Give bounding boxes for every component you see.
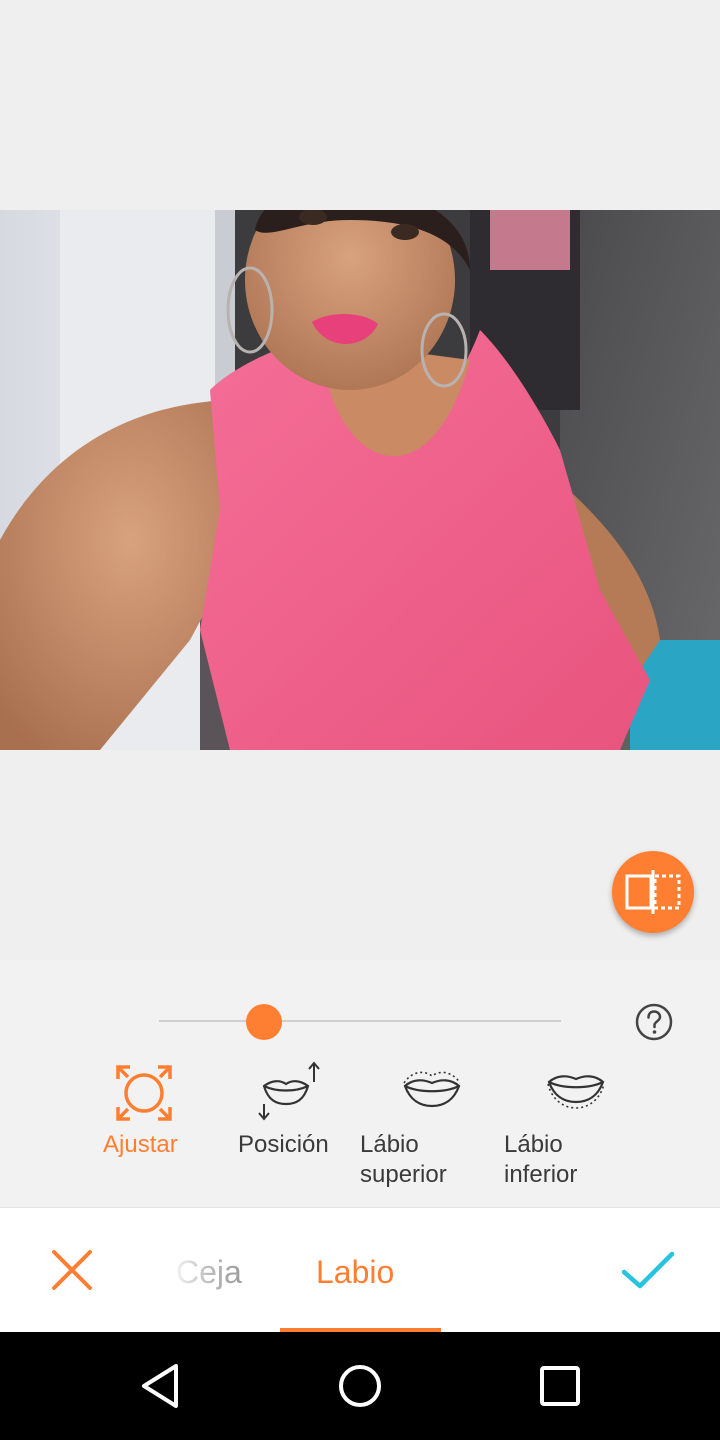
nav-home-button[interactable] — [332, 1358, 388, 1414]
close-icon — [52, 1250, 92, 1290]
tool-label: Ajustar — [103, 1131, 178, 1158]
nav-back-button[interactable] — [132, 1358, 188, 1414]
nav-recents-button[interactable] — [532, 1358, 588, 1414]
lips-position-icon — [258, 1061, 320, 1121]
slider-thumb[interactable] — [245, 1004, 282, 1040]
help-icon — [635, 1003, 673, 1041]
tab-ceja[interactable]: Ceja — [176, 1252, 242, 1292]
cancel-button[interactable] — [48, 1246, 96, 1294]
back-icon — [142, 1364, 178, 1408]
lower-lip-icon — [547, 1075, 605, 1109]
check-icon — [621, 1251, 675, 1289]
photo-preview[interactable] — [0, 210, 720, 750]
resize-frame-icon — [116, 1065, 172, 1121]
tool-labio-superior[interactable]: Lábio superior — [360, 1058, 470, 1190]
compare-button[interactable] — [612, 851, 694, 933]
upper-lip-icon — [403, 1071, 461, 1108]
home-icon — [339, 1365, 381, 1407]
tool-label: Lábio inferior — [504, 1131, 578, 1188]
tool-posicion[interactable]: Posición — [238, 1058, 378, 1160]
confirm-button[interactable] — [620, 1246, 676, 1294]
slider-track — [159, 1020, 561, 1022]
tab-labio[interactable]: Labio — [316, 1252, 394, 1292]
tool-label: Lábio superior — [360, 1131, 447, 1188]
tool-label: Posición — [238, 1131, 329, 1158]
recents-icon — [540, 1366, 580, 1406]
photo-image — [0, 210, 720, 750]
tool-labio-inferior[interactable]: Lábio inferior — [504, 1058, 614, 1190]
intensity-slider[interactable] — [159, 1004, 561, 1040]
help-button[interactable] — [635, 1003, 673, 1041]
compare-split-icon — [625, 870, 681, 914]
tool-ajustar[interactable]: Ajustar — [103, 1058, 243, 1160]
